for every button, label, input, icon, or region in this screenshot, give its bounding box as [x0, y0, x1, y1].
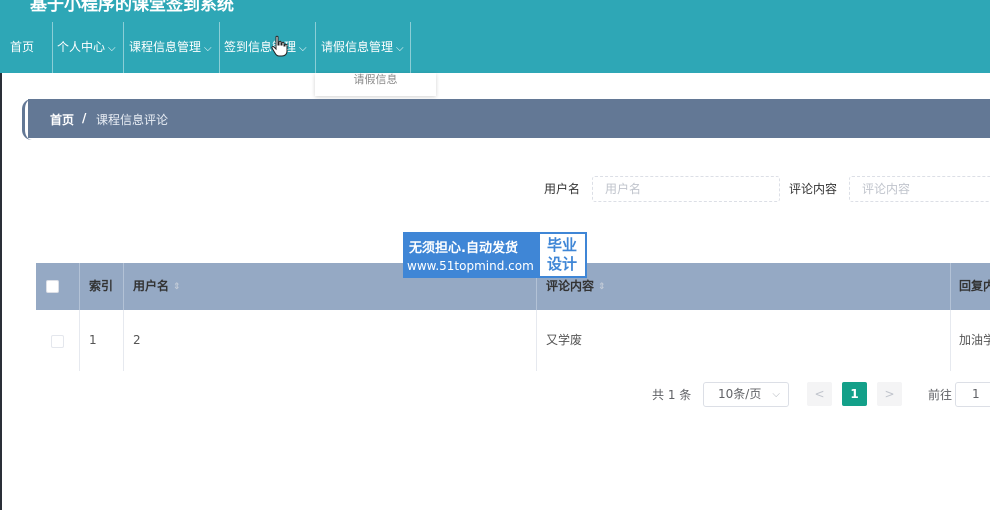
dropdown-item-leave-info[interactable]: 请假信息	[315, 73, 436, 87]
prev-page-button[interactable]: <	[807, 382, 832, 406]
title-bar: 基于小程序的课堂签到系统	[0, 0, 990, 22]
breadcrumb-separator: /	[82, 111, 87, 125]
username-input[interactable]: 用户名	[592, 176, 780, 202]
header-reply: 回复内容	[959, 279, 990, 293]
app-title: 基于小程序的课堂签到系统	[30, 0, 234, 15]
nav-label: 请假信息管理	[321, 40, 394, 54]
watermark-line2: www.51topmind.com	[407, 259, 534, 273]
column-divider	[536, 310, 537, 371]
nav-divider	[219, 22, 220, 73]
chevron-down-icon: ⌵	[204, 43, 212, 54]
nav-divider	[123, 22, 124, 73]
leave-dropdown-menu: 请假信息	[315, 73, 436, 96]
watermark-line1: 无须担心.自动发货	[409, 241, 518, 256]
column-divider	[123, 263, 124, 310]
watermark-text-block: 无须担心.自动发货 www.51topmind.com	[403, 232, 538, 278]
sort-icon[interactable]: ⇕	[598, 264, 606, 310]
content-label: 评论内容	[789, 182, 838, 196]
column-divider	[950, 310, 951, 371]
nav-item-home[interactable]: 首页	[10, 22, 34, 73]
nav-item-personal[interactable]: 个人中心 ⌵	[57, 22, 116, 73]
row-checkbox[interactable]	[51, 335, 64, 348]
next-page-button[interactable]: >	[877, 382, 902, 406]
nav-label: 课程信息管理	[129, 40, 202, 54]
nav-divider	[410, 22, 411, 73]
pagination-total: 共 1 条	[652, 388, 692, 402]
header-username[interactable]: 用户名 ⇕	[133, 263, 181, 310]
chevron-down-icon: ⌵	[108, 43, 116, 54]
cell-index: 1	[89, 333, 97, 347]
page-number-current[interactable]: 1	[842, 382, 867, 406]
page-size-select[interactable]: 10条/页 ⌵	[703, 382, 789, 407]
chevron-down-icon: ⌵	[772, 389, 780, 400]
watermark-tag: 毕业设计	[538, 232, 587, 278]
column-divider	[79, 263, 80, 310]
cell-username: 2	[133, 333, 141, 347]
cell-reply: 加油学	[959, 333, 990, 347]
nav-item-course[interactable]: 课程信息管理 ⌵	[129, 22, 212, 73]
column-divider	[79, 310, 80, 371]
header-index: 索引	[89, 279, 114, 293]
chevron-down-icon: ⌵	[396, 43, 404, 54]
hand-cursor-icon	[271, 35, 288, 57]
column-divider	[123, 310, 124, 371]
breadcrumb-current: 课程信息评论	[96, 113, 169, 127]
nav-item-leave[interactable]: 请假信息管理 ⌵	[321, 22, 404, 73]
nav-divider	[315, 22, 316, 73]
select-all-checkbox[interactable]	[46, 280, 59, 293]
header-label: 评论内容	[546, 279, 595, 293]
nav-divider	[52, 22, 53, 73]
nav-label: 个人中心	[57, 40, 106, 54]
left-edge	[0, 73, 2, 510]
sort-icon[interactable]: ⇕	[173, 264, 181, 310]
cell-content: 又学废	[546, 333, 583, 347]
breadcrumb: 首页 / 课程信息评论	[28, 99, 990, 138]
column-divider	[950, 263, 951, 310]
top-nav: 首页 个人中心 ⌵ 课程信息管理 ⌵ 签到信息管理 ⌵ 请假信息管理 ⌵	[0, 22, 990, 73]
breadcrumb-home[interactable]: 首页	[50, 111, 74, 128]
header-label: 用户名	[133, 279, 170, 293]
nav-item-signin[interactable]: 签到信息管理 ⌵	[224, 22, 307, 73]
watermark-badge: 无须担心.自动发货 www.51topmind.com 毕业设计	[403, 232, 587, 278]
goto-label: 前往	[928, 388, 953, 402]
chevron-down-icon: ⌵	[299, 43, 307, 54]
username-label: 用户名	[544, 182, 581, 196]
page-size-value: 10条/页	[718, 387, 762, 401]
content-input[interactable]: 评论内容	[849, 176, 990, 202]
comments-table: 索引 用户名⇕ 评论内容⇕ 回复内容 1 2 又学废 加油学	[36, 263, 990, 371]
table-row[interactable]: 1 2 又学废 加油学	[36, 310, 990, 371]
goto-page-input[interactable]: 1	[955, 382, 990, 407]
